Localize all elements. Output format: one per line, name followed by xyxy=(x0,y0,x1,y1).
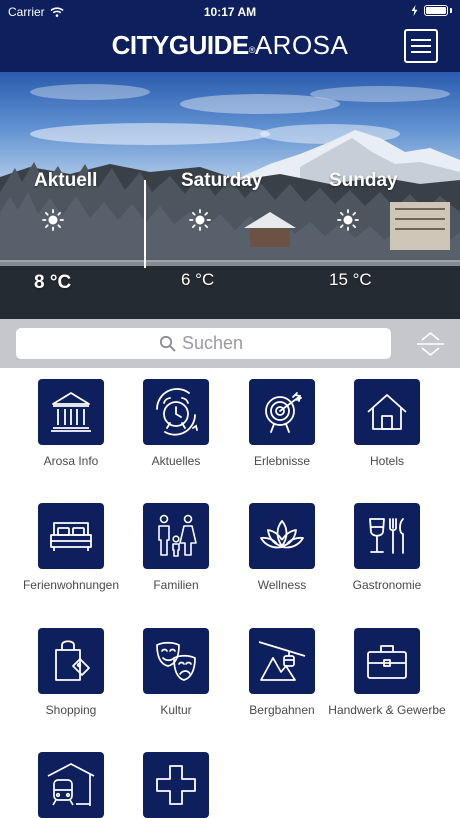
tile-icon-box xyxy=(143,379,209,445)
tile-icon-box xyxy=(354,628,420,694)
status-indicators xyxy=(411,5,452,16)
app-logo: CITYGUIDE®AROSA xyxy=(0,30,460,61)
weather-label: Aktuell xyxy=(34,170,98,191)
search-input[interactable]: Suchen xyxy=(16,328,391,359)
alarm-clock-icon xyxy=(156,388,198,436)
weather-label: Saturday xyxy=(181,170,263,191)
shopping-bag-icon xyxy=(55,640,90,681)
tile-icon-box xyxy=(143,752,209,818)
tile-label: Erlebnisse xyxy=(253,454,311,468)
tile-label: Handwerk & Gewerbe xyxy=(328,703,446,717)
battery-tip xyxy=(450,8,452,13)
weather-hero: Aktuell 8 °C Saturday 6 °C Sunday 15 °C xyxy=(0,72,460,319)
bed-icon xyxy=(50,522,92,551)
battery-icon xyxy=(424,5,448,16)
weather-temp: 15 °C xyxy=(329,270,372,289)
tile-label: Aktuelles xyxy=(151,454,201,468)
sun-icon xyxy=(337,209,359,231)
tile-icon-box xyxy=(38,628,104,694)
train-station-icon xyxy=(47,763,95,806)
tile-icon-box xyxy=(143,628,209,694)
tile-label: Wellness xyxy=(257,578,307,592)
status-time: 10:17 AM xyxy=(203,5,257,19)
sun-icon xyxy=(42,209,64,231)
target-icon xyxy=(265,392,302,433)
tile-icon-box xyxy=(354,503,420,569)
weather-day-1: Saturday 6 °C xyxy=(146,72,294,319)
tile-icon-box xyxy=(249,379,315,445)
hamburger-line xyxy=(411,39,431,41)
tile-label: Gastronomie xyxy=(352,578,422,592)
logo-town: AROSA xyxy=(254,30,349,60)
tile-label: Familien xyxy=(153,578,199,592)
medical-cross-icon xyxy=(156,765,196,805)
tile-label: Hotels xyxy=(369,454,404,468)
weather-day-2: Sunday 15 °C xyxy=(294,72,460,319)
tile-icon-box xyxy=(143,503,209,569)
tile-icon-box xyxy=(354,379,420,445)
weather-temp: 8 °C xyxy=(34,272,72,293)
search-placeholder: Suchen xyxy=(182,333,244,353)
theater-masks-icon xyxy=(156,641,196,681)
lotus-icon xyxy=(260,520,304,549)
tile-label: Kultur xyxy=(160,703,192,717)
charging-icon xyxy=(411,5,418,16)
weather-current: Aktuell 8 °C xyxy=(0,72,144,319)
tile-icon-box xyxy=(38,379,104,445)
wine-glass-cutlery-icon xyxy=(369,518,404,554)
tile-label: Shopping xyxy=(45,703,97,717)
family-icon xyxy=(158,514,197,557)
expand-collapse-icon[interactable] xyxy=(415,329,446,359)
search-icon xyxy=(159,335,176,352)
sun-icon xyxy=(189,209,211,231)
briefcase-icon xyxy=(367,645,407,679)
tile-icon-box xyxy=(38,752,104,818)
hamburger-line xyxy=(411,45,431,47)
logo-brand: CITYGUIDE xyxy=(111,30,250,60)
house-icon xyxy=(367,394,407,430)
tile-icon-box xyxy=(38,503,104,569)
app-header: Carrier 10:17 AM CITYGUIDE®AROSA xyxy=(0,0,460,72)
search-bar: Suchen xyxy=(0,319,460,368)
cable-car-icon xyxy=(258,641,306,681)
weather-label: Sunday xyxy=(329,170,398,191)
status-bar: Carrier 10:17 AM xyxy=(0,0,460,24)
museum-icon xyxy=(51,392,91,432)
tile-label: Ferienwohnungen xyxy=(22,578,120,592)
hamburger-line xyxy=(411,51,431,53)
tile-label: Bergbahnen xyxy=(249,703,315,717)
menu-button[interactable] xyxy=(404,29,438,63)
tile-icon-box xyxy=(249,503,315,569)
weather-temp: 6 °C xyxy=(181,270,215,289)
tile-icon-box xyxy=(249,628,315,694)
tile-label: Arosa Info xyxy=(43,454,99,468)
